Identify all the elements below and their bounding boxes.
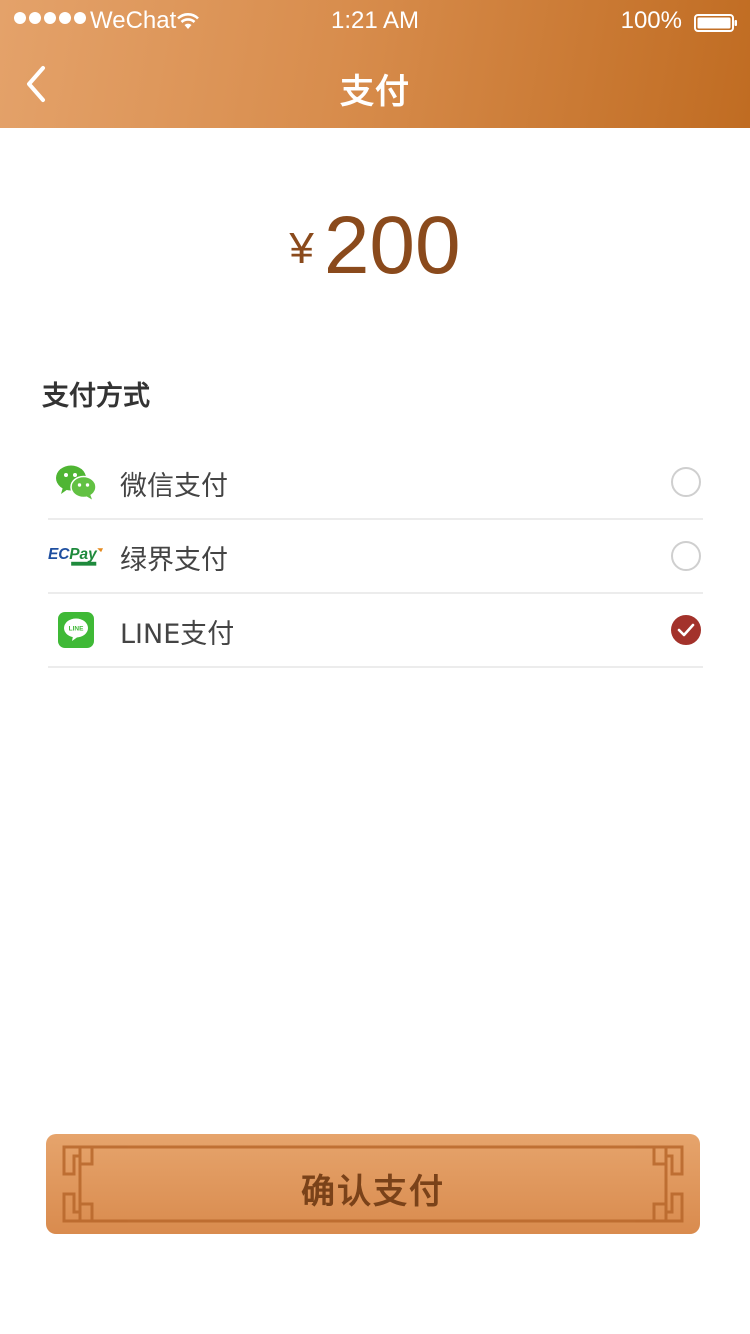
page-title: 支付 <box>340 72 410 112</box>
battery-icon <box>694 11 738 32</box>
payment-method-line[interactable]: LINE LINE支付 <box>48 594 703 668</box>
confirm-payment-button[interactable]: 确认支付 <box>46 1134 700 1234</box>
navigation-bar: 支付 <box>0 40 750 128</box>
app-header: WeChat 1:21 AM 100% 支付 <box>0 0 750 128</box>
battery-percentage: 100% <box>620 7 682 34</box>
wechat-icon <box>48 460 104 504</box>
line-icon: LINE <box>48 608 104 652</box>
check-icon <box>677 623 695 637</box>
svg-text:LINE: LINE <box>69 626 84 633</box>
status-bar: WeChat 1:21 AM 100% <box>0 0 750 40</box>
radio-checked[interactable] <box>671 615 701 645</box>
currency-symbol: ¥ <box>289 224 314 273</box>
method-label: 微信支付 <box>120 471 228 502</box>
payment-amount: ¥200 <box>0 196 750 296</box>
confirm-payment-label: 确认支付 <box>301 1172 445 1212</box>
radio-unchecked[interactable] <box>671 541 701 571</box>
method-label: LINE支付 <box>120 619 235 650</box>
amount-value: 200 <box>323 200 461 291</box>
svg-text:EC: EC <box>48 546 70 563</box>
payment-methods-heading: 支付方式 <box>42 381 150 412</box>
payment-method-list: 微信支付 EC Pay 绿界支付 LINE LINE支付 <box>48 446 703 668</box>
ecpay-logo: EC Pay <box>48 534 104 578</box>
payment-method-ecpay[interactable]: EC Pay 绿界支付 <box>48 520 703 594</box>
radio-unchecked[interactable] <box>671 467 701 497</box>
method-label: 绿界支付 <box>120 545 228 576</box>
svg-text:Pay: Pay <box>69 546 98 563</box>
payment-method-wechat[interactable]: 微信支付 <box>48 446 703 520</box>
